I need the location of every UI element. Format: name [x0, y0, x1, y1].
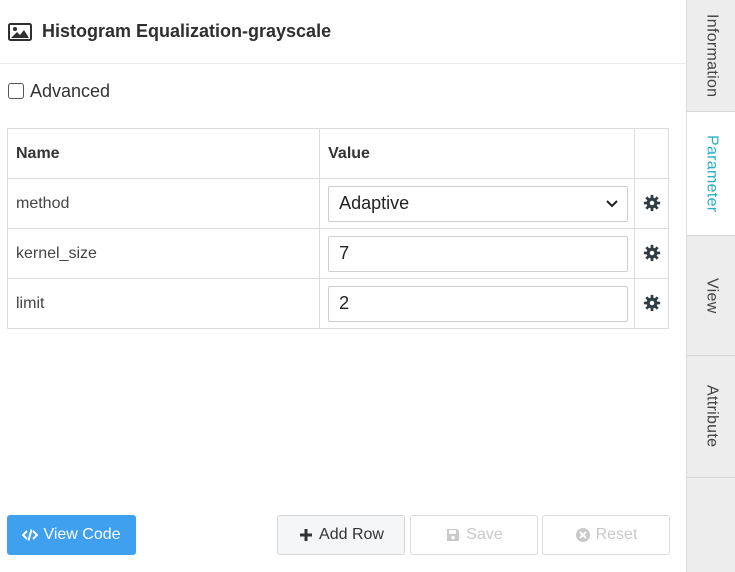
table-row: kernel_size 7 — [6, 228, 669, 279]
view-code-label: View Code — [43, 526, 121, 543]
row-settings-cell — [634, 178, 669, 229]
gear-icon[interactable] — [643, 294, 661, 312]
tab-attribute-label: Attribute — [703, 385, 721, 448]
parameter-table: Name Value method Adaptive kernel_size 7… — [6, 128, 669, 329]
tab-information[interactable]: Information — [687, 0, 735, 112]
save-label: Save — [466, 526, 503, 543]
row-settings-cell — [634, 278, 669, 329]
method-select[interactable]: Adaptive — [328, 185, 629, 222]
tab-view-label: View — [703, 277, 721, 314]
kernel-size-input[interactable]: 7 — [328, 235, 629, 272]
floppy-icon — [447, 529, 460, 541]
view-code-button[interactable]: View Code — [7, 515, 136, 555]
param-name: kernel_size — [6, 228, 321, 279]
table-row: limit 2 — [6, 278, 669, 329]
table-row: method Adaptive — [6, 178, 669, 229]
column-header-value: Value — [319, 128, 636, 179]
param-value-cell: 2 — [319, 278, 636, 329]
tab-parameter-label: Parameter — [703, 134, 721, 213]
table-header-row: Name Value — [6, 128, 669, 179]
column-header-name: Name — [6, 128, 321, 179]
side-tab-bar: Information Parameter View Attribute — [686, 0, 735, 572]
reset-button[interactable]: Reset — [542, 515, 670, 555]
add-row-button[interactable]: Add Row — [277, 515, 405, 555]
chevron-down-icon — [606, 199, 618, 207]
advanced-toggle[interactable]: Advanced — [8, 80, 110, 102]
tab-view[interactable]: View — [687, 236, 735, 356]
panel-title: Histogram Equalization-grayscale — [42, 21, 332, 41]
tab-information-label: Information — [703, 13, 721, 98]
save-button[interactable]: Save — [410, 515, 538, 555]
tab-attribute[interactable]: Attribute — [687, 356, 735, 478]
param-value-cell: Adaptive — [319, 178, 636, 229]
param-name: limit — [6, 278, 321, 329]
advanced-checkbox[interactable] — [8, 83, 24, 99]
reset-label: Reset — [595, 526, 638, 543]
row-settings-cell — [634, 228, 669, 279]
panel-header: Histogram Equalization-grayscale — [0, 0, 686, 64]
param-name: method — [6, 178, 321, 229]
param-value-cell: 7 — [319, 228, 636, 279]
column-header-actions — [634, 128, 669, 179]
code-icon — [22, 529, 39, 541]
method-select-value: Adaptive — [339, 193, 410, 213]
plus-icon — [300, 529, 313, 541]
gear-icon[interactable] — [643, 244, 661, 262]
gear-icon[interactable] — [643, 194, 661, 212]
image-icon — [8, 22, 32, 41]
limit-input[interactable]: 2 — [328, 285, 629, 322]
tab-parameter[interactable]: Parameter — [687, 112, 735, 236]
close-circle-icon — [575, 528, 590, 542]
advanced-label: Advanced — [30, 80, 111, 101]
add-row-label: Add Row — [319, 526, 384, 543]
